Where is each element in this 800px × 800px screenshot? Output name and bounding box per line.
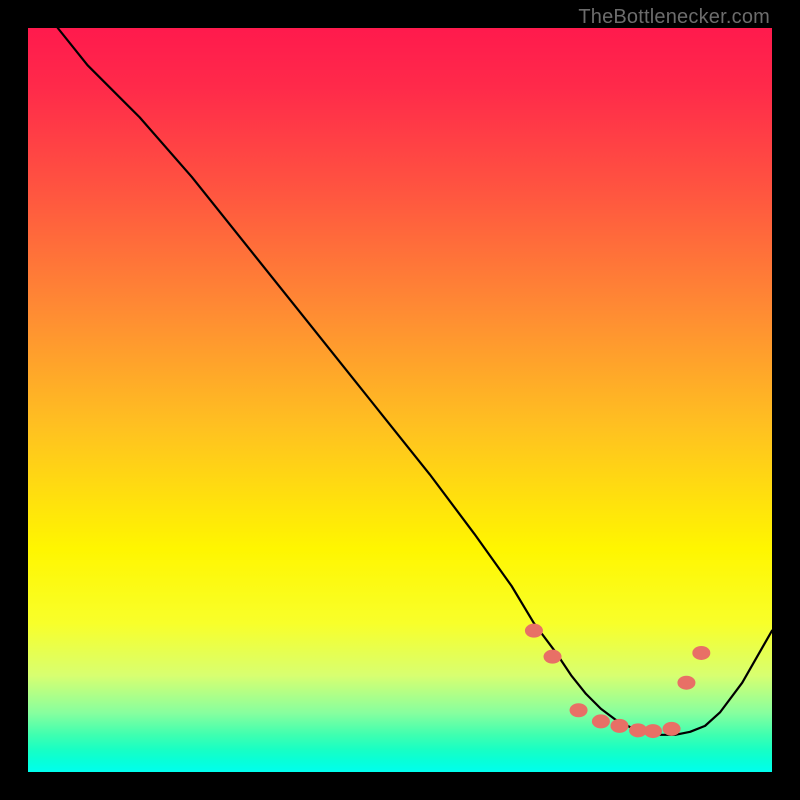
marker-group	[525, 624, 710, 738]
marker-dot	[525, 624, 543, 638]
marker-dot	[663, 722, 681, 736]
marker-dot	[644, 724, 662, 738]
series-line	[58, 28, 772, 735]
marker-dot	[692, 646, 710, 660]
marker-dot	[570, 703, 588, 717]
chart-frame: TheBottlenecker.com	[0, 0, 800, 800]
attribution-label: TheBottlenecker.com	[578, 6, 770, 29]
plot-area	[28, 28, 772, 772]
chart-svg	[28, 28, 772, 772]
marker-dot	[610, 719, 628, 733]
marker-dot	[677, 676, 695, 690]
marker-dot	[544, 650, 562, 664]
marker-dot	[592, 714, 610, 728]
